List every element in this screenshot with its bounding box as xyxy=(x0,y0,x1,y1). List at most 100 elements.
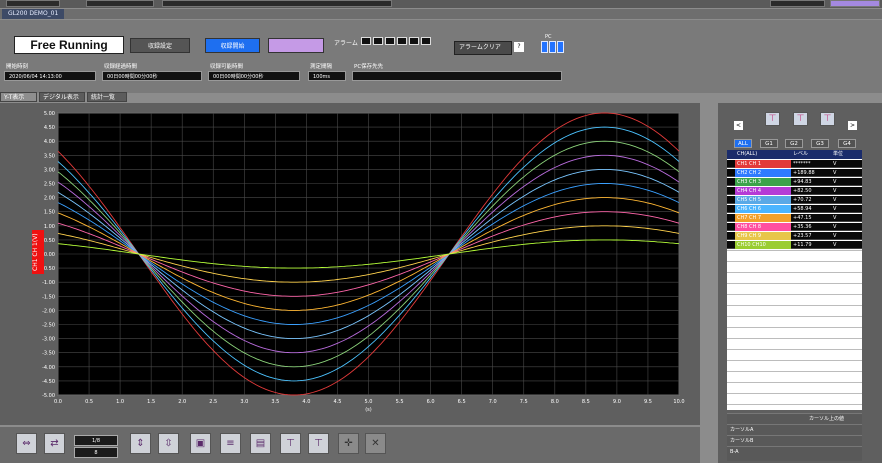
start-time-label: 開始時刻 xyxy=(6,64,29,70)
zoom-in-x-icon[interactable]: ⇄ xyxy=(44,433,65,454)
interval-label: 測定間隔 xyxy=(310,64,333,70)
tab-digital-view[interactable]: デジタル表示 xyxy=(39,92,85,102)
x-tick-label: 5.0 xyxy=(365,399,373,405)
channel-name-cell: CH8 CH 8 xyxy=(735,223,791,231)
top-field-5[interactable] xyxy=(830,0,880,7)
table-row[interactable]: CH1 CH 1 ******* V xyxy=(727,160,862,168)
top-field-1[interactable] xyxy=(6,0,60,7)
top-field-2[interactable] xyxy=(86,0,154,7)
stats-b-minus-a: B-A xyxy=(727,446,862,456)
cursor-b-icon[interactable]: ⊤ xyxy=(793,112,808,126)
empty-row-line xyxy=(727,250,862,251)
pc-dest-label: PC保存先先 xyxy=(354,64,384,70)
empty-row-line xyxy=(727,305,862,306)
stop-button[interactable] xyxy=(268,38,324,53)
table-row[interactable]: CH8 CH 8 +35.36 V xyxy=(727,223,862,231)
x-tick-label: 8.5 xyxy=(582,399,590,405)
start-button[interactable]: 収録開始 xyxy=(205,38,260,53)
y-tick-label: 0.00 xyxy=(44,252,55,258)
empty-row-line xyxy=(727,272,862,273)
waveform-chart[interactable]: 0.0 0.5 1.0 1.5 2.0 2.5 3.0 3.5 4.0 4.5 5.0 5.5 6.0 6… xyxy=(0,103,700,425)
table-row[interactable]: CH3 CH 3 +94.83 V xyxy=(727,178,862,186)
group-g3-button[interactable]: G3 xyxy=(811,139,829,148)
tab-stats-view[interactable]: 統計一覧 xyxy=(87,92,127,102)
channel-name-cell: CH5 CH 5 xyxy=(735,196,791,204)
table-row[interactable]: CH4 CH 4 +82.50 V xyxy=(727,187,862,195)
x-tick-label: 9.0 xyxy=(613,399,621,405)
empty-row-line xyxy=(727,294,862,295)
offset-icon[interactable]: ≡ xyxy=(220,433,241,454)
x-axis-label: (s) xyxy=(365,407,372,413)
unit-cell: V xyxy=(833,224,837,230)
unit-cell: V xyxy=(833,197,837,203)
channel-name-cell: CH2 CH 2 xyxy=(735,169,791,177)
alarm-indicator-6 xyxy=(421,37,431,45)
elapsed-label: 収録経過時間 xyxy=(104,64,138,70)
group-g4-button[interactable]: G4 xyxy=(838,139,856,148)
level-cell: +47.15 xyxy=(793,215,812,221)
empty-row-line xyxy=(727,283,862,284)
y-zoom-in-icon[interactable]: ⇕ xyxy=(130,433,151,454)
empty-row-line xyxy=(727,261,862,262)
control-panel xyxy=(0,20,882,93)
chart-area: 0.0 0.5 1.0 1.5 2.0 2.5 3.0 3.5 4.0 4.5 5.0 5.5 6.0 6… xyxy=(0,103,700,425)
y-zoom-out-icon[interactable]: ⇳ xyxy=(158,433,179,454)
channel-name-cell: CH4 CH 4 xyxy=(735,187,791,195)
table-row[interactable]: CH7 CH 7 +47.15 V xyxy=(727,214,862,222)
level-cell: +35.36 xyxy=(793,224,812,230)
table-row[interactable]: CH10 CH10 +11.79 V xyxy=(727,241,862,249)
settings-button[interactable]: 収録設定 xyxy=(130,38,190,53)
x-tick-label: 2.5 xyxy=(209,399,217,405)
y-tick-label: -3.50 xyxy=(42,351,55,357)
side-right-small-button[interactable]: > xyxy=(848,121,857,130)
help-button[interactable]: ? xyxy=(514,42,524,52)
remaining-label: 収録可能時間 xyxy=(210,64,244,70)
level-cell: +82.50 xyxy=(793,188,812,194)
empty-row-line xyxy=(727,371,862,372)
y-tick-label: -2.50 xyxy=(42,323,55,329)
x-tick-label: 1.0 xyxy=(116,399,124,405)
channel-name-cell: CH1 CH 1 xyxy=(735,160,791,168)
channel-indicator: CH1 CH 1(V) xyxy=(32,230,44,274)
x-scale-select[interactable]: 1/8 xyxy=(74,435,118,446)
table-row[interactable]: CH9 CH 9 +23.57 V xyxy=(727,232,862,240)
zoom-out-x-icon[interactable]: ⇔ xyxy=(16,433,37,454)
x-tick-label: 10.0 xyxy=(673,399,684,405)
fit-icon[interactable]: ▣ xyxy=(190,433,211,454)
x-tick-label: 3.5 xyxy=(271,399,279,405)
tab-yt-view[interactable]: Y-T表示 xyxy=(0,92,37,102)
app-tab-bar: GL200 DEMO_01 xyxy=(0,9,882,19)
x-div-select[interactable]: 8 xyxy=(74,447,118,458)
top-field-4[interactable] xyxy=(770,0,825,7)
cursor-both-icon[interactable]: ⊤ xyxy=(820,112,835,126)
channel-name-cell: CH9 CH 9 xyxy=(735,232,791,240)
level-cell: +58.94 xyxy=(793,206,812,212)
alarm-clear-button[interactable]: アラームクリア xyxy=(454,41,512,55)
split-view-icon[interactable]: ▤ xyxy=(250,433,271,454)
cursor-a-icon[interactable]: ⊤ xyxy=(765,112,780,126)
group-g1-button[interactable]: G1 xyxy=(760,139,778,148)
y-tick-label: 0.50 xyxy=(44,238,55,244)
x-tick-label: 0.0 xyxy=(54,399,62,405)
side-left-small-button[interactable]: < xyxy=(734,121,743,130)
x-tick-label: 1.5 xyxy=(147,399,155,405)
unit-cell: V xyxy=(833,215,837,221)
group-g2-button[interactable]: G2 xyxy=(785,139,803,148)
elapsed-value: 00日00時間00分00秒 xyxy=(102,71,202,81)
table-row[interactable]: CH6 CH 6 +58.94 V xyxy=(727,205,862,213)
table-row[interactable]: CH2 CH 2 +189.88 V xyxy=(727,169,862,177)
alarm-indicator-5 xyxy=(409,37,419,45)
y-tick-label: -2.00 xyxy=(42,308,55,314)
cursor-b-toolbar-icon[interactable]: ⊤ xyxy=(308,433,329,454)
col-channel: CH(ALL) xyxy=(737,151,758,157)
group-all-button[interactable]: ALL xyxy=(734,139,752,148)
table-row[interactable]: CH5 CH 5 +70.72 V xyxy=(727,196,862,204)
unit-cell: V xyxy=(833,206,837,212)
top-field-3[interactable] xyxy=(162,0,392,7)
unit-cell: V xyxy=(833,233,837,239)
x-tick-label: 9.5 xyxy=(644,399,652,405)
unit-cell: V xyxy=(833,179,837,185)
app-tab[interactable]: GL200 DEMO_01 xyxy=(2,9,65,19)
cursor-a-toolbar-icon[interactable]: ⊤ xyxy=(280,433,301,454)
y-tick-label: -4.00 xyxy=(42,365,55,371)
